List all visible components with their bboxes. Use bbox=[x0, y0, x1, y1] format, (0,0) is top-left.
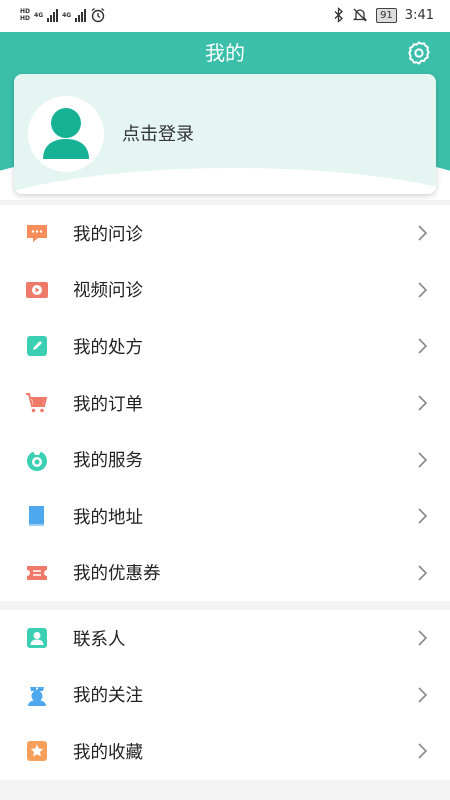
menu-group-primary: 我的问诊 视频问诊 我的处方 我的订单 我的服务 我的地址 我的优惠券 bbox=[0, 205, 450, 602]
menu-item-contacts[interactable]: 联系人 bbox=[0, 610, 450, 667]
contact-card-icon bbox=[27, 628, 47, 649]
status-right: 91 3:41 bbox=[334, 7, 434, 23]
chevron-right-icon bbox=[418, 452, 428, 468]
edit-pencil-icon bbox=[27, 336, 47, 357]
avatar[interactable] bbox=[28, 96, 104, 172]
chevron-right-icon bbox=[418, 282, 428, 298]
user-avatar-icon bbox=[43, 108, 89, 159]
medal-icon bbox=[27, 450, 47, 471]
menu-label: 我的优惠券 bbox=[73, 564, 161, 585]
net-type-1: 4G bbox=[34, 11, 44, 19]
coupon-ticket-icon bbox=[27, 565, 47, 580]
chevron-right-icon bbox=[418, 743, 428, 760]
hd-label-1: HD bbox=[20, 8, 31, 15]
signal-icon-2 bbox=[75, 8, 87, 22]
star-icon bbox=[27, 741, 47, 762]
menu-label: 视频问诊 bbox=[73, 281, 143, 302]
menu-item-orders[interactable]: 我的订单 bbox=[0, 375, 450, 432]
menu-item-addresses[interactable]: 我的地址 bbox=[0, 488, 450, 545]
menu-label: 我的收藏 bbox=[73, 742, 143, 763]
chevron-right-icon bbox=[418, 630, 428, 646]
login-label[interactable]: 点击登录 bbox=[122, 120, 194, 146]
menu-item-following[interactable]: 我的关注 bbox=[0, 667, 450, 724]
menu-label: 我的关注 bbox=[73, 686, 143, 707]
alarm-icon bbox=[91, 7, 105, 23]
chat-bubble-icon bbox=[27, 225, 47, 243]
video-play-icon bbox=[26, 281, 48, 298]
status-bar: HD HD 4G 4G 91 3:41 bbox=[0, 0, 450, 32]
shopping-cart-icon bbox=[26, 393, 48, 413]
menu-label: 联系人 bbox=[73, 629, 126, 650]
menu-label: 我的问诊 bbox=[73, 224, 143, 245]
mute-bell-icon bbox=[352, 8, 368, 22]
menu-group-secondary: 联系人 我的关注 我的收藏 bbox=[0, 610, 450, 780]
profile-card[interactable]: 点击登录 bbox=[14, 74, 436, 194]
menu-item-prescriptions[interactable]: 我的处方 bbox=[0, 318, 450, 375]
gear-icon[interactable] bbox=[406, 40, 432, 66]
chevron-right-icon bbox=[418, 687, 428, 703]
signal-icon bbox=[47, 8, 59, 22]
chevron-right-icon bbox=[418, 338, 428, 355]
menu-label: 我的订单 bbox=[73, 394, 143, 415]
menu-label: 我的服务 bbox=[73, 451, 143, 472]
chevron-right-icon bbox=[418, 565, 428, 581]
chevron-right-icon bbox=[418, 225, 428, 241]
chevron-right-icon bbox=[418, 395, 428, 411]
battery-indicator: 91 bbox=[376, 7, 397, 23]
book-icon bbox=[29, 506, 44, 527]
menu-item-favorites[interactable]: 我的收藏 bbox=[0, 723, 450, 780]
bluetooth-icon bbox=[334, 7, 344, 23]
status-left: HD HD 4G 4G bbox=[20, 7, 106, 23]
menu-item-services[interactable]: 我的服务 bbox=[0, 431, 450, 488]
net-type-2: 4G bbox=[62, 11, 72, 19]
page-title: 我的 bbox=[205, 41, 245, 65]
menu-item-consultations[interactable]: 我的问诊 bbox=[0, 205, 450, 262]
clock: 3:41 bbox=[404, 7, 434, 23]
hd-label-2: HD bbox=[20, 15, 31, 22]
sim1-indicator: HD HD bbox=[20, 8, 30, 22]
menu-item-coupons[interactable]: 我的优惠券 bbox=[0, 545, 450, 602]
menu-label: 我的地址 bbox=[73, 507, 143, 528]
nurse-icon bbox=[28, 686, 46, 706]
menu-label: 我的处方 bbox=[73, 337, 143, 358]
chevron-right-icon bbox=[418, 508, 428, 524]
menu-item-video-consultation[interactable]: 视频问诊 bbox=[0, 262, 450, 319]
